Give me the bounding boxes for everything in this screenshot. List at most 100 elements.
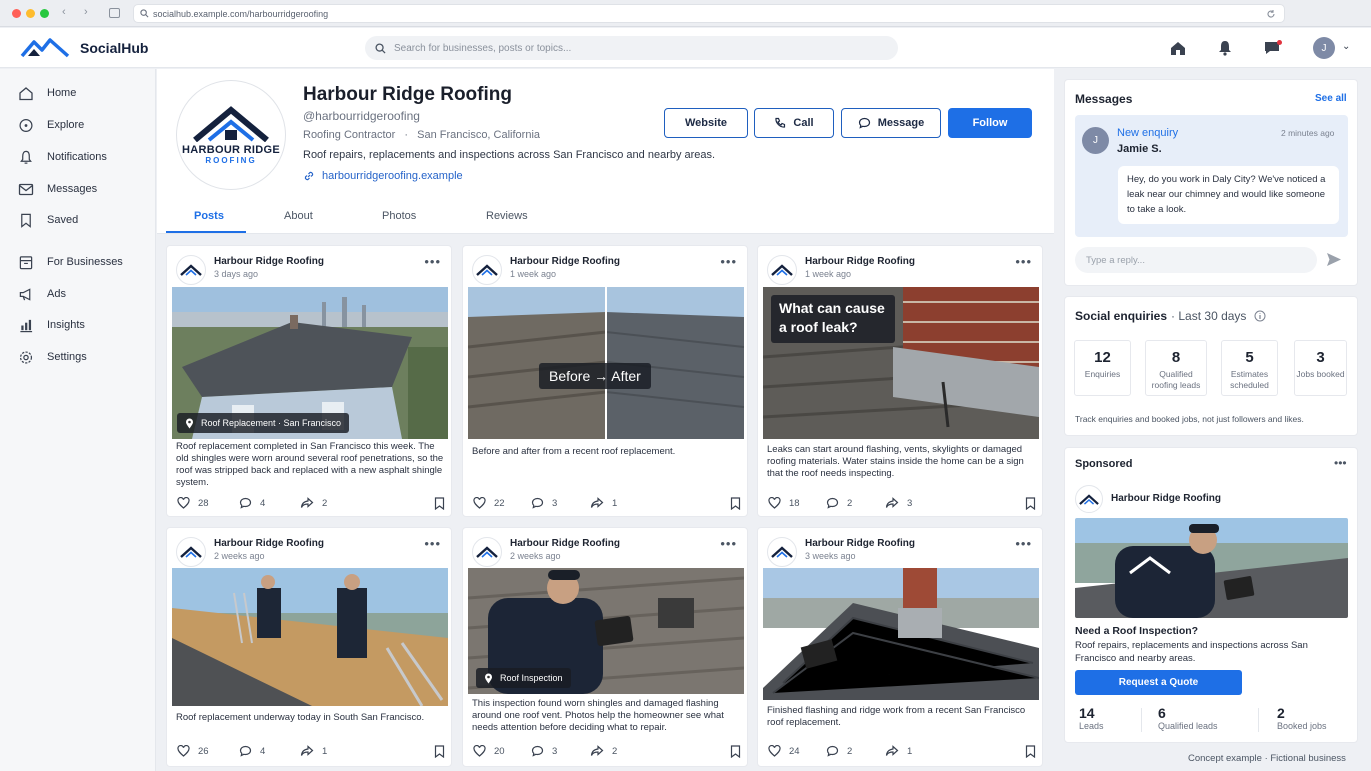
request-quote-button[interactable]: Request a Quote [1075,670,1242,695]
back-icon[interactable]: ‹ [62,6,66,18]
address-bar[interactable]: socialhub.example.com/harbourridgeroofin… [133,4,1285,23]
avatar[interactable] [472,537,502,567]
see-all-link[interactable]: See all [1315,93,1347,104]
minimize-window-icon[interactable] [26,9,35,18]
share-button[interactable]: 1 [885,745,912,757]
brand[interactable]: SocialHub [20,38,148,58]
bookmark-icon[interactable] [730,745,741,761]
chat-icon[interactable] [1263,38,1283,58]
comment-button[interactable]: 2 [826,745,852,757]
avatar[interactable]: J [1313,37,1335,59]
post-time: 3 weeks ago [805,551,856,561]
post-image[interactable]: Before → After [468,287,744,439]
bookmark-icon[interactable] [1025,745,1036,761]
avatar[interactable] [767,537,797,567]
comment-icon [531,745,544,757]
forward-icon[interactable]: › [84,6,88,18]
avatar[interactable] [176,255,206,285]
post-author[interactable]: Harbour Ridge Roofing [805,538,915,549]
sidebar-item-insights[interactable]: Insights [18,314,85,336]
stat-label: Estimates scheduled [1230,369,1269,390]
bookmark-icon[interactable] [434,497,445,513]
website-link[interactable]: harbourridgeroofing.example [303,170,463,182]
sponsored-author[interactable]: Harbour Ridge Roofing [1111,493,1221,504]
info-icon[interactable] [1254,310,1266,322]
comment-button[interactable]: 2 [826,497,852,509]
chevron-down-icon[interactable]: ⌄ [1342,41,1350,52]
avatar[interactable] [1075,485,1103,513]
home-icon[interactable] [1168,38,1188,58]
tab-posts[interactable]: Posts [194,210,224,222]
sidebar-item-notifications[interactable]: Notifications [18,146,107,168]
avatar[interactable] [176,537,206,567]
more-options-icon[interactable]: ••• [720,537,737,550]
comment-button[interactable]: 3 [531,745,557,757]
sidebar-item-ads[interactable]: Ads [18,283,66,305]
send-icon[interactable] [1326,252,1342,272]
post-author[interactable]: Harbour Ridge Roofing [805,256,915,267]
share-button[interactable]: 2 [590,745,617,757]
maximize-window-icon[interactable] [40,9,49,18]
sidebar-item-settings[interactable]: Settings [18,346,87,368]
post-author[interactable]: Harbour Ridge Roofing [214,538,324,549]
like-button[interactable]: 20 [473,745,505,757]
more-options-icon[interactable]: ••• [1334,457,1347,469]
page-title: Harbour Ridge Roofing [303,84,512,105]
comment-button[interactable]: 3 [531,497,557,509]
sponsored-image[interactable] [1075,518,1348,618]
sidebar-item-saved[interactable]: Saved [18,209,78,231]
sidebar-item-for-businesses[interactable]: For Businesses [18,251,123,273]
post-image[interactable]: Roof Inspection [468,568,744,694]
tab-about[interactable]: About [284,210,313,222]
post-author[interactable]: Harbour Ridge Roofing [214,256,324,267]
call-button-label: Call [793,117,814,129]
comment-button[interactable]: 4 [239,745,265,757]
business-logo: HARBOUR RIDGE ROOFING [176,80,286,190]
like-button[interactable]: 26 [177,745,209,757]
post-image[interactable]: Roof Replacement · San Francisco [172,287,448,439]
more-options-icon[interactable]: ••• [1015,255,1032,268]
avatar[interactable] [472,255,502,285]
sidebar-toggle-icon[interactable] [109,8,120,18]
post-author[interactable]: Harbour Ridge Roofing [510,256,620,267]
sidebar-item-explore[interactable]: Explore [18,114,84,136]
like-button[interactable]: 22 [473,497,505,509]
megaphone-icon [19,287,31,301]
reload-icon[interactable] [1266,9,1276,19]
more-options-icon[interactable]: ••• [424,537,441,550]
message-button[interactable]: Message [841,108,941,138]
like-button[interactable]: 28 [177,497,209,509]
follow-button[interactable]: Follow [948,108,1032,138]
search-input[interactable]: Search for businesses, posts or topics..… [365,36,898,60]
like-button[interactable]: 18 [768,497,800,509]
share-button[interactable]: 3 [885,497,912,509]
tab-reviews[interactable]: Reviews [486,210,528,222]
more-options-icon[interactable]: ••• [1015,537,1032,550]
reply-input[interactable]: Type a reply... [1075,247,1317,273]
share-button[interactable]: 1 [300,745,327,757]
bookmark-icon[interactable] [1025,497,1036,513]
profile-description: Roof repairs, replacements and inspectio… [303,149,716,161]
bell-icon[interactable] [1215,38,1235,58]
call-button[interactable]: Call [754,108,834,138]
avatar[interactable] [767,255,797,285]
post-author[interactable]: Harbour Ridge Roofing [510,538,620,549]
bookmark-icon[interactable] [730,497,741,513]
share-button[interactable]: 1 [590,497,617,509]
close-window-icon[interactable] [12,9,21,18]
post-image[interactable] [763,568,1039,700]
sidebar-item-home[interactable]: Home [18,82,76,104]
bookmark-icon[interactable] [434,745,445,761]
post-image[interactable] [172,568,448,706]
tab-photos[interactable]: Photos [382,210,416,222]
comment-button[interactable]: 4 [239,497,265,509]
post-image[interactable]: What can cause a roof leak? [763,287,1039,439]
share-button[interactable]: 2 [300,497,327,509]
like-button[interactable]: 24 [768,745,800,757]
comment-count: 2 [847,497,853,509]
more-options-icon[interactable]: ••• [424,255,441,268]
more-options-icon[interactable]: ••• [720,255,737,268]
website-button[interactable]: Website [664,108,748,138]
sidebar-item-messages[interactable]: Messages [18,178,97,200]
active-tab-indicator [166,231,246,233]
